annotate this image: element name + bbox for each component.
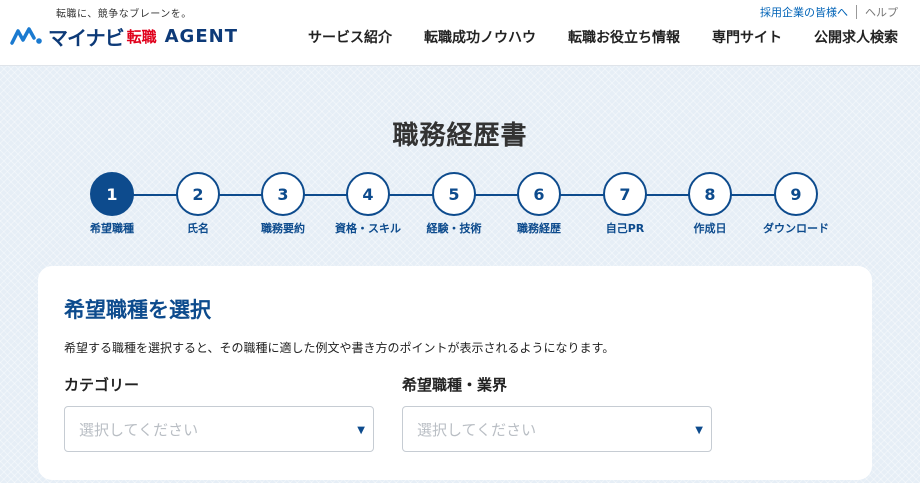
divider	[856, 5, 857, 19]
step-label: 経験・技術	[426, 222, 482, 235]
utility-links: 採用企業の皆様へ ヘルプ	[760, 4, 898, 20]
step-circle: 2	[176, 172, 220, 216]
step-circle: 9	[774, 172, 818, 216]
step-circle: 6	[517, 172, 561, 216]
step-1[interactable]: 1 希望職種	[67, 172, 157, 236]
nav-service-intro[interactable]: サービス紹介	[308, 27, 392, 47]
step-circle: 5	[432, 172, 476, 216]
job-type-select-placeholder: 選択してください	[417, 420, 537, 439]
nav-job-search[interactable]: 公開求人検索	[814, 27, 898, 47]
step-circle: 3	[261, 172, 305, 216]
main-nav: サービス紹介 転職成功ノウハウ 転職お役立ち情報 専門サイト 公開求人検索	[308, 27, 898, 47]
step-circle: 4	[346, 172, 390, 216]
step-label: 作成日	[693, 222, 727, 235]
help-link[interactable]: ヘルプ	[865, 4, 898, 20]
step-label: 希望職種	[90, 222, 134, 235]
chevron-down-icon: ▼	[695, 425, 703, 436]
category-select[interactable]: 選択してください ▼	[64, 406, 374, 452]
logo-tenshoku: 転職	[126, 27, 157, 46]
step-circle: 7	[603, 172, 647, 216]
category-select-placeholder: 選択してください	[79, 420, 199, 439]
progress-stepper: 1 希望職種 2 氏名 3 職務要約 4 資格・スキル 5 経験・技術 6 職務…	[0, 172, 920, 242]
logo-agent: AGENT	[164, 25, 238, 47]
step-label: 職務経歴	[517, 222, 561, 235]
step-8[interactable]: 8 作成日	[665, 172, 755, 236]
chevron-down-icon: ▼	[357, 425, 365, 436]
step-circle: 8	[688, 172, 732, 216]
step-9[interactable]: 9 ダウンロード	[751, 172, 841, 236]
step-label: 自己PR	[605, 222, 645, 235]
site-header: 転職に、競争なブレーンを。 マイナビ 転職 AGENT 採用企業の皆様へ ヘルプ…	[0, 0, 920, 66]
step-7[interactable]: 7 自己PR	[580, 172, 670, 236]
nav-success-knowhow[interactable]: 転職成功ノウハウ	[424, 27, 536, 47]
for-employers-link[interactable]: 採用企業の皆様へ	[760, 4, 848, 20]
nav-specialty-sites[interactable]: 専門サイト	[712, 27, 782, 47]
step-5[interactable]: 5 経験・技術	[409, 172, 499, 236]
card-description: 希望する職種を選択すると、その職種に適した例文や書き方のポイントが表示されるよう…	[64, 341, 615, 355]
step-3[interactable]: 3 職務要約	[238, 172, 328, 236]
mynavi-logo-icon	[10, 27, 42, 45]
step-circle: 1	[90, 172, 134, 216]
step-label: 職務要約	[261, 222, 305, 235]
step-6[interactable]: 6 職務経歴	[494, 172, 584, 236]
nav-useful-info[interactable]: 転職お役立ち情報	[568, 27, 680, 47]
step-label: 資格・スキル	[335, 222, 401, 235]
step-2[interactable]: 2 氏名	[153, 172, 243, 236]
card-title: 希望職種を選択	[64, 298, 211, 322]
job-type-label: 希望職種・業界	[402, 376, 508, 394]
site-logo[interactable]: マイナビ 転職 AGENT	[10, 24, 238, 50]
job-selection-card: 希望職種を選択 希望する職種を選択すると、その職種に適した例文や書き方のポイント…	[38, 266, 872, 480]
step-label: 氏名	[187, 222, 209, 235]
step-4[interactable]: 4 資格・スキル	[323, 172, 413, 236]
tagline: 転職に、競争なブレーンを。	[56, 9, 192, 20]
job-type-select[interactable]: 選択してください ▼	[402, 406, 712, 452]
category-label: カテゴリー	[64, 376, 140, 394]
step-label: ダウンロード	[763, 222, 829, 235]
page-title: 職務経歴書	[392, 121, 528, 151]
logo-mynavi: マイナビ	[48, 25, 125, 50]
